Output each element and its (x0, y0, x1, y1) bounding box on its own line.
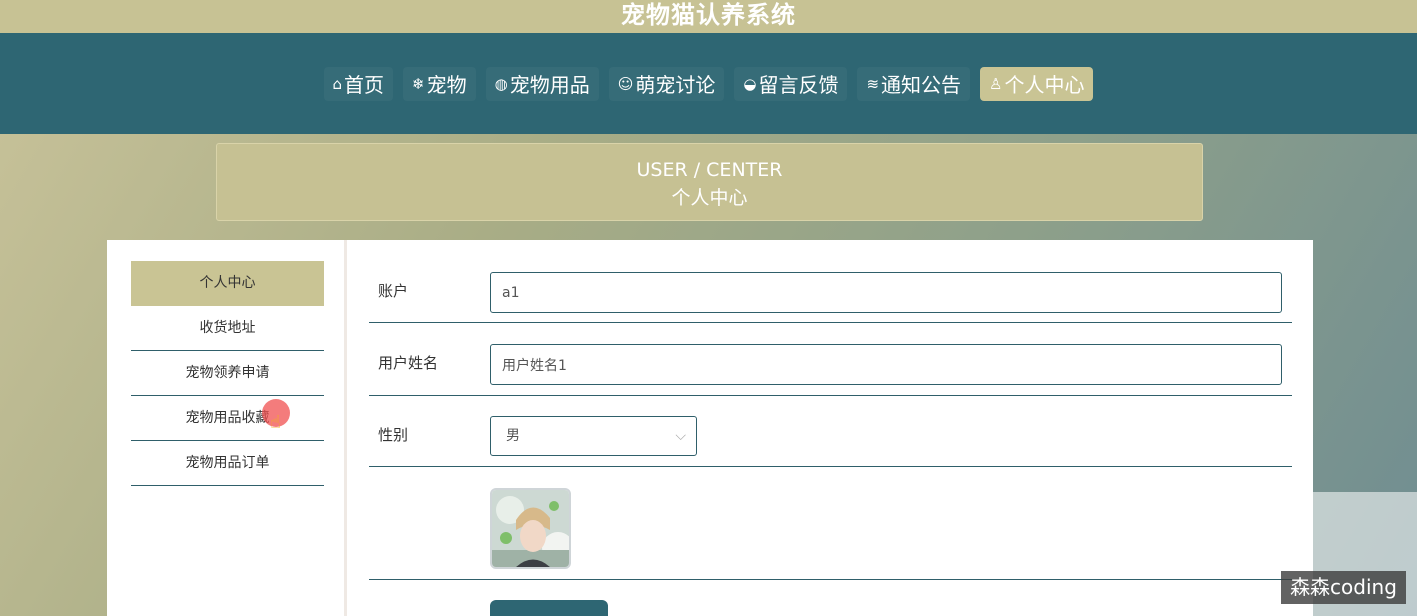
side-menu-item-4[interactable]: 宠物用品订单 (131, 441, 324, 486)
profile-form: 账户 用户姓名 性别 男 ⌵ (369, 240, 1292, 616)
name-row: 用户姓名 (369, 323, 1292, 396)
nav-item-label: 首页 (344, 73, 385, 97)
smile-icon: ☺ (617, 74, 634, 93)
gender-row: 性别 男 ⌵ (369, 396, 1292, 467)
nav-item-0[interactable]: ⌂ 首页 (323, 66, 394, 101)
layers-icon: ≋ (866, 74, 880, 93)
nav-item-3[interactable]: ☺ 萌宠讨论 (608, 66, 725, 101)
avatar-photo (492, 490, 569, 567)
title-bar: 宠物猫认养系统 (0, 0, 1417, 33)
banner-title-en: USER / CENTER (636, 159, 783, 181)
nav-item-4[interactable]: ◒ 留言反馈 (734, 66, 848, 101)
nav-item-label: 宠物用品 (509, 73, 590, 97)
feedback-icon: ◒ (743, 74, 757, 93)
home-icon: ⌂ (332, 74, 343, 93)
account-row: 账户 (369, 240, 1292, 323)
nav-item-2[interactable]: ◍ 宠物用品 (485, 66, 599, 101)
globe-icon: ◍ (494, 74, 508, 93)
nav-item-label: 萌宠讨论 (635, 73, 716, 97)
name-input[interactable] (490, 344, 1282, 385)
name-label: 用户姓名 (378, 354, 439, 372)
user-icon: ♙ (989, 74, 1003, 93)
page-banner: USER / CENTER 个人中心 (216, 143, 1203, 221)
snowflake-icon: ❄ (412, 74, 425, 93)
nav-item-label: 留言反馈 (758, 73, 839, 97)
side-menu: 个人中心 收货地址 宠物领养申请 宠物用品收藏 宠物用品订单 (107, 240, 347, 616)
account-label: 账户 (378, 282, 409, 300)
side-menu-item-3[interactable]: 宠物用品收藏 (131, 396, 324, 441)
top-nav: ⌂ 首页 ❄ 宠物 ◍ 宠物用品 ☺ 萌宠讨论 ◒ 留言反馈 ≋ 通知公告 ♙ 个人中心 (0, 33, 1417, 134)
avatar[interactable] (490, 488, 571, 569)
chevron-down-icon: ⌵ (675, 428, 686, 444)
side-menu-list: 个人中心 收货地址 宠物领养申请 宠物用品收藏 宠物用品订单 (131, 261, 324, 486)
gender-select[interactable]: 男 ⌵ (490, 416, 697, 456)
side-menu-item-1[interactable]: 收货地址 (131, 306, 324, 351)
account-input[interactable] (490, 272, 1282, 313)
nav-item-1[interactable]: ❄ 宠物 (403, 66, 476, 101)
nav-item-label: 宠物 (426, 73, 467, 97)
gender-label: 性别 (378, 426, 409, 444)
gender-select-value: 男 (506, 428, 520, 444)
save-button[interactable] (490, 600, 608, 616)
app-title: 宠物猫认养系统 (621, 1, 796, 29)
nav-item-label: 个人中心 (1004, 73, 1085, 97)
banner-title-cn: 个人中心 (671, 187, 748, 209)
side-menu-item-0[interactable]: 个人中心 (131, 261, 324, 306)
side-menu-item-2[interactable]: 宠物领养申请 (131, 351, 324, 396)
hand-pointer-icon: ☝ (270, 412, 281, 433)
nav-item-label: 通知公告 (881, 73, 962, 97)
nav-item-6[interactable]: ♙ 个人中心 (980, 66, 1094, 101)
nav-list: ⌂ 首页 ❄ 宠物 ◍ 宠物用品 ☺ 萌宠讨论 ◒ 留言反馈 ≋ 通知公告 ♙ 个人中心 (323, 66, 1094, 101)
user-center-panel: 个人中心收货地址宠物领养申请宠物用品收藏宠物用品订单 账户 用户姓名 性别 男 … (107, 240, 1313, 616)
nav-item-5[interactable]: ≋ 通知公告 (857, 66, 971, 101)
watermark: 森森coding (1281, 571, 1406, 604)
